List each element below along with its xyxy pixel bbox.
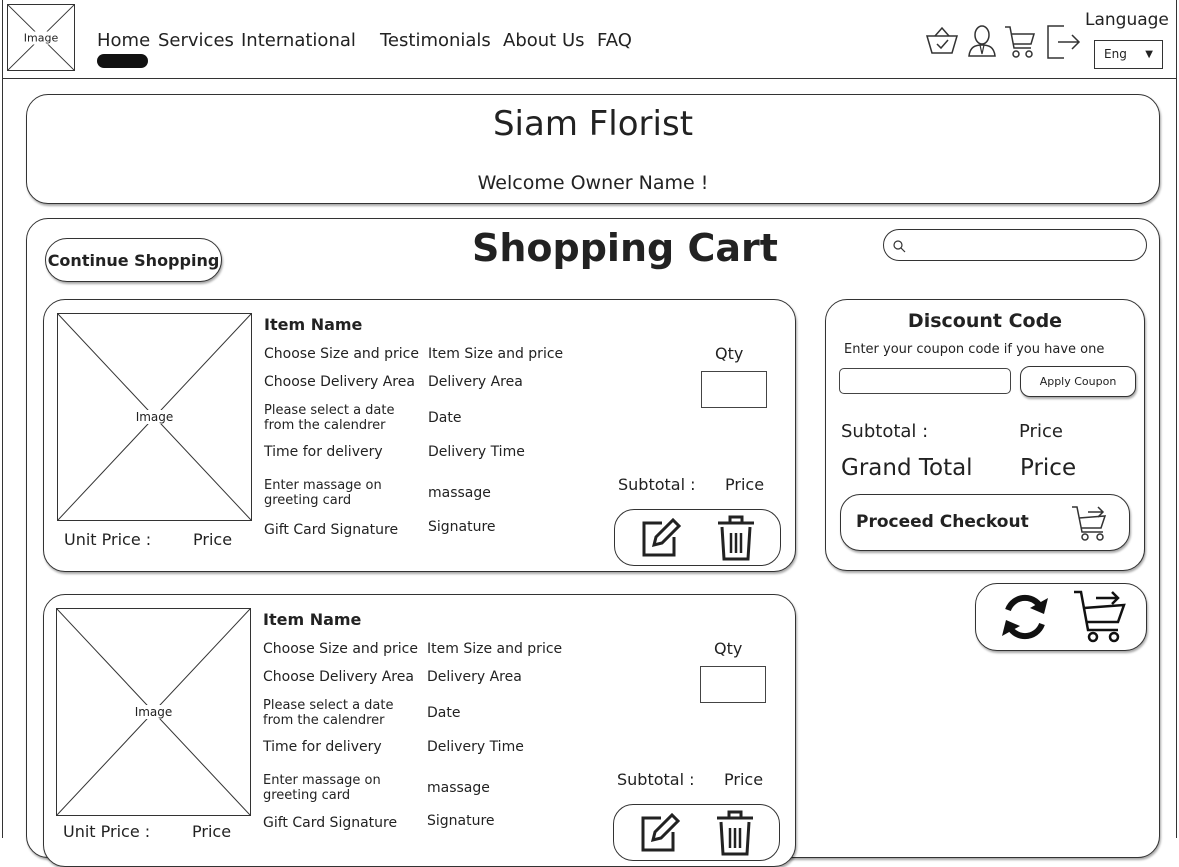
user-icon[interactable] bbox=[967, 24, 997, 58]
grand-total-value: Price bbox=[1020, 455, 1077, 481]
delete-icon[interactable] bbox=[716, 513, 756, 561]
welcome-message: Welcome Owner Name ! bbox=[477, 172, 709, 194]
unit-price-label: Unit Price : bbox=[63, 822, 151, 841]
cart-subtotal-value: Price bbox=[1019, 421, 1063, 442]
logo-label: Image bbox=[21, 31, 61, 44]
language-value: Eng bbox=[1104, 47, 1127, 61]
cart-subtotal-label: Subtotal : bbox=[841, 421, 929, 442]
nav-testimonials[interactable]: Testimonials bbox=[380, 30, 491, 51]
continue-shopping-button[interactable]: Continue Shopping bbox=[45, 238, 222, 282]
time-label: Time for delivery bbox=[263, 739, 382, 755]
cart-icon[interactable] bbox=[1004, 24, 1036, 60]
qty-input[interactable] bbox=[700, 666, 766, 703]
nav-home[interactable]: Home bbox=[97, 30, 150, 51]
time-label: Time for delivery bbox=[264, 444, 383, 460]
size-label: Choose Size and price bbox=[264, 346, 419, 362]
logout-icon[interactable] bbox=[1046, 24, 1081, 60]
proceed-checkout-label: Proceed Checkout bbox=[856, 512, 1029, 532]
area-value[interactable]: Delivery Area bbox=[428, 374, 523, 390]
nav-about-us[interactable]: About Us bbox=[503, 30, 585, 51]
item-name: Item Name bbox=[264, 315, 363, 334]
message-value[interactable]: massage bbox=[428, 485, 491, 501]
apply-coupon-button[interactable]: Apply Coupon bbox=[1020, 366, 1136, 397]
search-icon bbox=[892, 238, 906, 253]
size-value[interactable]: Item Size and price bbox=[427, 641, 562, 657]
chevron-down-icon: ▼ bbox=[1145, 49, 1153, 60]
logo[interactable]: Image bbox=[7, 4, 75, 71]
coupon-input[interactable] bbox=[839, 368, 1011, 394]
size-label: Choose Size and price bbox=[263, 641, 418, 657]
qty-label: Qty bbox=[714, 639, 743, 658]
unit-price-value: Price bbox=[193, 530, 233, 549]
language-label: Language bbox=[1085, 10, 1169, 30]
continue-shopping-label: Continue Shopping bbox=[47, 251, 220, 270]
signature-value[interactable]: Signature bbox=[427, 813, 495, 829]
area-label: Choose Delivery Area bbox=[263, 669, 414, 685]
message-label: Enter massage on greeting card bbox=[264, 478, 382, 508]
discount-hint: Enter your coupon code if you have one bbox=[844, 342, 1105, 357]
unit-price-value: Price bbox=[192, 822, 232, 841]
message-label: Enter massage on greeting card bbox=[263, 773, 381, 803]
proceed-checkout-button[interactable]: Proceed Checkout bbox=[840, 494, 1130, 551]
delete-icon[interactable] bbox=[715, 808, 755, 856]
item-image: Image bbox=[56, 608, 251, 816]
item-subtotal-label: Subtotal : bbox=[618, 475, 696, 494]
item-subtotal-value: Price bbox=[724, 770, 764, 789]
item-image: Image bbox=[57, 313, 252, 521]
refresh-icon[interactable] bbox=[998, 590, 1052, 644]
size-value[interactable]: Item Size and price bbox=[428, 346, 563, 362]
basket-check-icon[interactable] bbox=[925, 25, 959, 57]
date-value[interactable]: Date bbox=[428, 410, 461, 426]
message-value[interactable]: massage bbox=[427, 780, 490, 796]
item-subtotal-label: Subtotal : bbox=[617, 770, 695, 789]
edit-icon[interactable] bbox=[639, 810, 683, 854]
site-title: Siam Florist bbox=[492, 104, 694, 144]
search-input[interactable] bbox=[908, 234, 1142, 258]
area-value[interactable]: Delivery Area bbox=[427, 669, 522, 685]
language-select[interactable]: Eng ▼ bbox=[1094, 40, 1163, 69]
area-label: Choose Delivery Area bbox=[264, 374, 415, 390]
checkout-cart-icon bbox=[1071, 504, 1109, 542]
grand-total-label: Grand Total bbox=[841, 455, 973, 481]
nav-faq[interactable]: FAQ bbox=[597, 30, 632, 51]
item-subtotal-value: Price bbox=[725, 475, 765, 494]
apply-coupon-label: Apply Coupon bbox=[1039, 375, 1117, 388]
item-image-label: Image bbox=[132, 705, 175, 719]
time-value[interactable]: Delivery Time bbox=[427, 739, 524, 755]
go-to-cart-icon[interactable] bbox=[1072, 588, 1128, 644]
active-nav-indicator bbox=[97, 54, 148, 68]
item-image-label: Image bbox=[133, 410, 176, 424]
item-name: Item Name bbox=[263, 610, 362, 629]
unit-price-label: Unit Price : bbox=[64, 530, 152, 549]
qty-input[interactable] bbox=[701, 371, 767, 408]
search-box[interactable] bbox=[883, 229, 1147, 261]
signature-label: Gift Card Signature bbox=[264, 522, 399, 538]
date-label: Please select a date from the calendrer bbox=[264, 403, 395, 433]
edit-icon[interactable] bbox=[640, 515, 684, 559]
date-value[interactable]: Date bbox=[427, 705, 460, 721]
date-label: Please select a date from the calendrer bbox=[263, 698, 394, 728]
nav-international[interactable]: International bbox=[241, 30, 356, 51]
signature-value[interactable]: Signature bbox=[428, 519, 496, 535]
cart-title: Shopping Cart bbox=[472, 226, 778, 270]
discount-title: Discount Code bbox=[907, 310, 1063, 332]
signature-label: Gift Card Signature bbox=[263, 815, 398, 831]
nav-services[interactable]: Services bbox=[158, 30, 234, 51]
qty-label: Qty bbox=[715, 344, 744, 363]
time-value[interactable]: Delivery Time bbox=[428, 444, 525, 460]
